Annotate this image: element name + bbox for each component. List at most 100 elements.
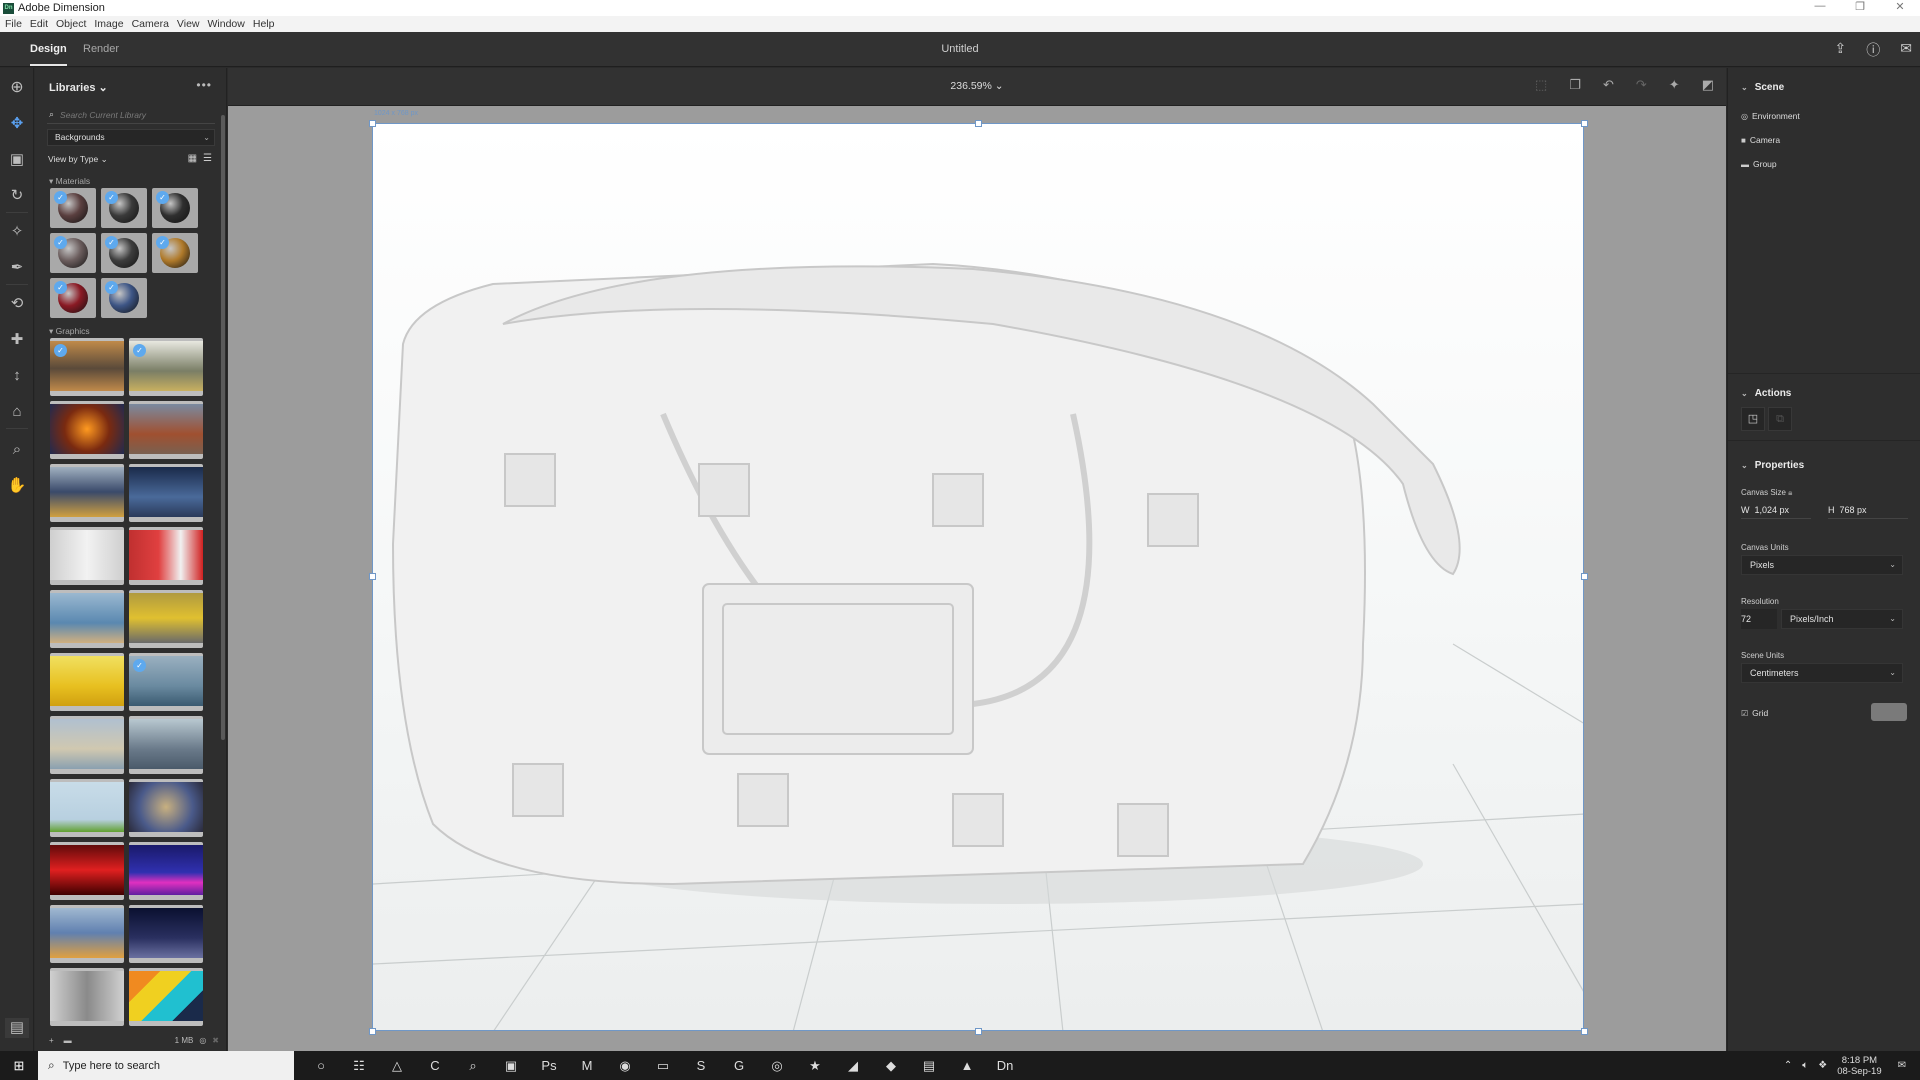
material-swatch[interactable]: ✓	[101, 233, 147, 273]
library-scrollbar[interactable]	[221, 115, 225, 740]
taskbar-app-icon[interactable]: G	[720, 1058, 758, 1073]
scene-item-environment[interactable]: ◎ Environment	[1741, 111, 1800, 121]
taskbar-search-input[interactable]: ⌕ Type here to search	[38, 1051, 294, 1080]
graphic-thumbnail[interactable]	[50, 842, 124, 900]
scene-item-group[interactable]: ▬ Group	[1741, 159, 1777, 169]
graphic-thumbnail[interactable]	[129, 527, 203, 585]
canvas-handle-r[interactable]	[1581, 573, 1588, 580]
menu-edit[interactable]: Edit	[30, 18, 48, 30]
taskbar-app-icon[interactable]: M	[568, 1058, 606, 1073]
taskbar-app-icon[interactable]: ⌕	[454, 1058, 492, 1074]
minimize-button[interactable]: —	[1800, 0, 1840, 13]
dropbox-icon[interactable]: ❖	[1818, 1060, 1827, 1071]
library-search-input[interactable]: ⌕ Search Current Library	[47, 106, 215, 124]
taskbar-app-icon[interactable]: ○	[302, 1058, 340, 1073]
taskbar-app-icon[interactable]: ◎	[758, 1058, 796, 1074]
taskbar-app-icon[interactable]: C	[416, 1058, 454, 1073]
orbit-camera-tool-icon[interactable]: ⟲	[7, 294, 27, 314]
canvas-handle-b[interactable]	[975, 1028, 982, 1035]
magic-wand-tool-icon[interactable]: ✧	[7, 222, 27, 242]
add-icon[interactable]: +	[49, 1036, 54, 1045]
canvas[interactable]	[372, 123, 1584, 1031]
taskbar-app-icon[interactable]: ▭	[644, 1058, 682, 1074]
creative-cloud-icon[interactable]: ◎	[199, 1036, 206, 1045]
material-swatch[interactable]: ✓	[152, 188, 198, 228]
graphic-thumbnail[interactable]	[50, 653, 124, 711]
grid-view-icon[interactable]: ▦	[188, 153, 197, 164]
windows-start-icon[interactable]: ⊞	[0, 1051, 38, 1080]
canvas-handle-tr[interactable]	[1581, 120, 1588, 127]
actions-header[interactable]: ⌄ Actions	[1741, 388, 1791, 399]
material-swatch[interactable]: ✓	[152, 233, 198, 273]
horizon-tool-icon[interactable]: ⌂	[7, 402, 27, 422]
menu-view[interactable]: View	[177, 18, 200, 30]
graphic-thumbnail[interactable]	[129, 590, 203, 648]
close-button[interactable]: ✕	[1880, 0, 1920, 13]
materials-section-label[interactable]: ▾ Materials	[49, 176, 90, 187]
move-to-ground-icon[interactable]: ↶	[1603, 77, 1614, 93]
graphic-thumbnail[interactable]	[129, 842, 203, 900]
render-preview-icon[interactable]: ◩	[1702, 77, 1714, 93]
resolution-input[interactable]: 72	[1741, 609, 1777, 629]
graphic-thumbnail[interactable]	[50, 905, 124, 963]
taskbar-app-icon[interactable]: ◢	[834, 1058, 872, 1074]
libraries-title[interactable]: Libraries ⌄	[49, 81, 108, 94]
graphic-thumbnail[interactable]	[50, 527, 124, 585]
graphic-thumbnail[interactable]	[50, 779, 124, 837]
library-select[interactable]: Backgrounds ⌄	[47, 129, 215, 146]
graphic-thumbnail[interactable]: ✓	[129, 653, 203, 711]
taskbar-app-icon[interactable]: Ps	[530, 1058, 568, 1073]
feedback-icon[interactable]: ✉	[1900, 40, 1912, 60]
zoom-tool-icon[interactable]: ⌕	[7, 440, 27, 460]
canvas-handle-br[interactable]	[1581, 1028, 1588, 1035]
snap-icon[interactable]: ✦	[1669, 77, 1680, 93]
taskbar-app-icon[interactable]: ★	[796, 1058, 834, 1074]
taskbar-app-icon[interactable]: △	[378, 1058, 416, 1074]
scene-item-camera[interactable]: ■ Camera	[1741, 135, 1780, 145]
material-swatch[interactable]: ✓	[50, 188, 96, 228]
align-icon[interactable]: ↷	[1636, 77, 1647, 93]
graphic-thumbnail[interactable]	[50, 401, 124, 459]
sample-tool-icon[interactable]: ✒	[7, 258, 27, 278]
pan-camera-tool-icon[interactable]: ✚	[7, 330, 27, 350]
menu-window[interactable]: Window	[208, 18, 245, 30]
clock[interactable]: 8:18 PM 08-Sep-19	[1837, 1055, 1881, 1077]
taskbar-app-icon[interactable]: Dn	[986, 1058, 1024, 1073]
graphic-thumbnail[interactable]	[129, 968, 203, 1026]
group-icon[interactable]: ⬚	[1535, 77, 1547, 93]
canvas-units-select[interactable]: Pixels ⌄	[1741, 555, 1903, 575]
show-hidden-icons-icon[interactable]: ⌃	[1784, 1060, 1792, 1071]
hand-tool-icon[interactable]: ✋	[7, 476, 27, 496]
graphic-thumbnail[interactable]	[129, 716, 203, 774]
canvas-height-field[interactable]: H 768 px	[1828, 505, 1908, 519]
orbit-tool-icon[interactable]: ↻	[7, 186, 27, 206]
graphic-thumbnail[interactable]	[50, 464, 124, 522]
canvas-handle-l[interactable]	[369, 573, 376, 580]
viewport[interactable]: 1024 x 768 px	[228, 106, 1726, 1051]
more-options-icon[interactable]: •••	[196, 78, 212, 92]
graphic-thumbnail[interactable]: ✓	[50, 338, 124, 396]
menu-file[interactable]: File	[5, 18, 22, 30]
graphic-thumbnail[interactable]	[129, 464, 203, 522]
trash-icon[interactable]: ✖	[212, 1036, 219, 1045]
material-swatch[interactable]: ✓	[101, 188, 147, 228]
canvas-width-field[interactable]: W 1,024 px	[1741, 505, 1811, 519]
graphic-thumbnail[interactable]	[129, 401, 203, 459]
volume-icon[interactable]: 🔈︎	[1802, 1060, 1808, 1071]
properties-header[interactable]: ⌄ Properties	[1741, 460, 1804, 471]
material-swatch[interactable]: ✓	[50, 278, 96, 318]
replace-icon[interactable]: ⧉	[1768, 407, 1792, 431]
list-view-icon[interactable]: ☰	[203, 153, 212, 164]
share-icon[interactable]: ⇪	[1835, 40, 1847, 60]
notifications-icon[interactable]: ✉	[1898, 1060, 1906, 1071]
material-swatch[interactable]: ✓	[101, 278, 147, 318]
graphic-thumbnail[interactable]	[129, 905, 203, 963]
taskbar-app-icon[interactable]: S	[682, 1058, 720, 1073]
folder-icon[interactable]: ▬	[64, 1036, 72, 1045]
help-icon[interactable]: ⓘ	[1866, 40, 1880, 60]
taskbar-app-icon[interactable]: ◉	[606, 1058, 644, 1074]
archive-icon[interactable]: ▤	[5, 1018, 29, 1038]
graphic-thumbnail[interactable]	[50, 968, 124, 1026]
graphic-thumbnail[interactable]	[50, 716, 124, 774]
selection-box-tool-icon[interactable]: ▣	[7, 150, 27, 170]
